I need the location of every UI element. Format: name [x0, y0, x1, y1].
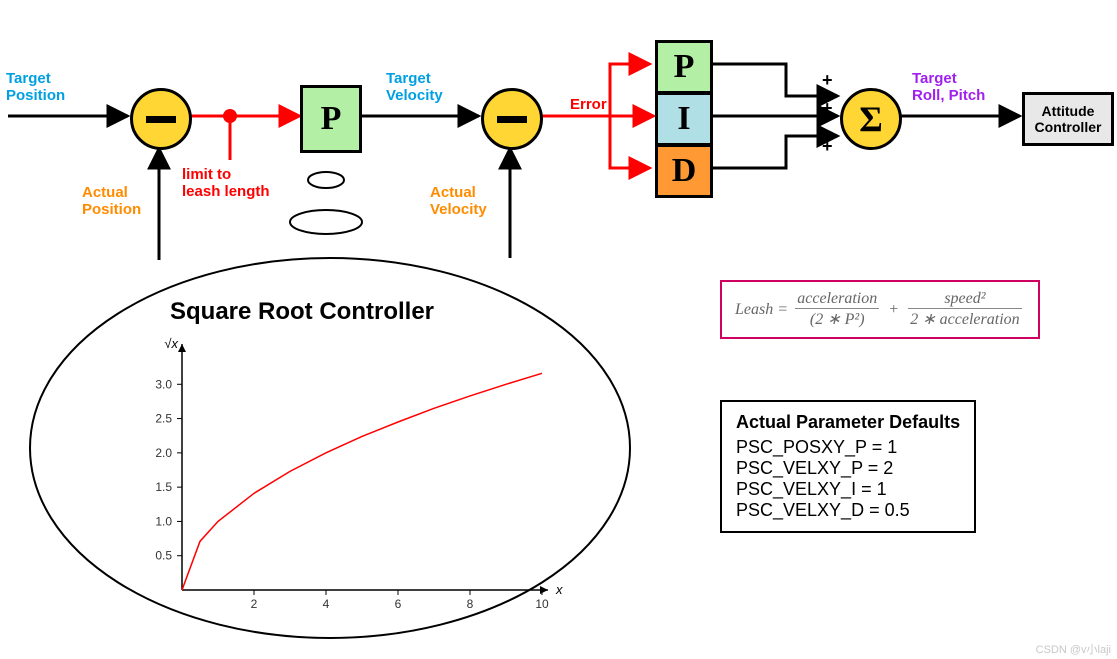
label-target-rollpitch: Target Roll, Pitch	[912, 70, 985, 104]
sum-pid: Σ	[840, 88, 902, 150]
parameter-line: PSC_VELXY_P = 2	[736, 458, 960, 479]
plus-icon: +	[822, 70, 833, 91]
parameter-line: PSC_VELXY_D = 0.5	[736, 500, 960, 521]
plus-icon: +	[822, 98, 833, 119]
svg-text:x: x	[555, 582, 563, 597]
formula-leash: Leash = acceleration (2 ∗ P²) + speed² 2…	[720, 280, 1040, 339]
svg-text:1.5: 1.5	[155, 480, 172, 494]
svg-text:10: 10	[535, 597, 549, 611]
svg-text:2.0: 2.0	[155, 446, 172, 460]
block-i: I	[655, 92, 713, 146]
svg-text:8: 8	[467, 597, 474, 611]
svg-text:√x: √x	[164, 336, 178, 351]
parameter-line: PSC_POSXY_P = 1	[736, 437, 960, 458]
label-target-velocity: Target Velocity	[386, 70, 443, 104]
sum-position	[130, 88, 192, 150]
svg-text:2: 2	[251, 597, 258, 611]
parameter-defaults: Actual Parameter Defaults PSC_POSXY_P = …	[720, 400, 976, 533]
sqrt-controller-title: Square Root Controller	[170, 298, 434, 326]
block-attitude-controller: Attitude Controller	[1022, 92, 1114, 146]
label-actual-velocity: Actual Velocity	[430, 184, 487, 218]
svg-text:1.0: 1.0	[155, 514, 172, 528]
parameter-defaults-title: Actual Parameter Defaults	[736, 412, 960, 433]
sum-velocity	[481, 88, 543, 150]
svg-text:3.0: 3.0	[155, 377, 172, 391]
svg-text:6: 6	[395, 597, 402, 611]
plus-icon: +	[822, 136, 833, 157]
label-error: Error	[570, 96, 607, 113]
label-limit-leash: limit to leash length	[182, 166, 270, 200]
label-actual-position: Actual Position	[82, 184, 141, 218]
block-p-position: P	[300, 85, 362, 153]
sqrt-controller-chart: 2 4 6 8 10 0.5 1.0 1.5 2.0 2.5 3.0 x √x	[110, 330, 570, 630]
svg-text:4: 4	[323, 597, 330, 611]
svg-text:2.5: 2.5	[155, 412, 172, 426]
label-target-position: Target Position	[6, 70, 65, 104]
block-d: D	[655, 144, 713, 198]
parameter-line: PSC_VELXY_I = 1	[736, 479, 960, 500]
svg-text:0.5: 0.5	[155, 549, 172, 563]
diagram-canvas: Target Position Actual Position limit to…	[0, 0, 1117, 659]
watermark: CSDN @v小laji	[1036, 641, 1111, 657]
block-p: P	[655, 40, 713, 94]
